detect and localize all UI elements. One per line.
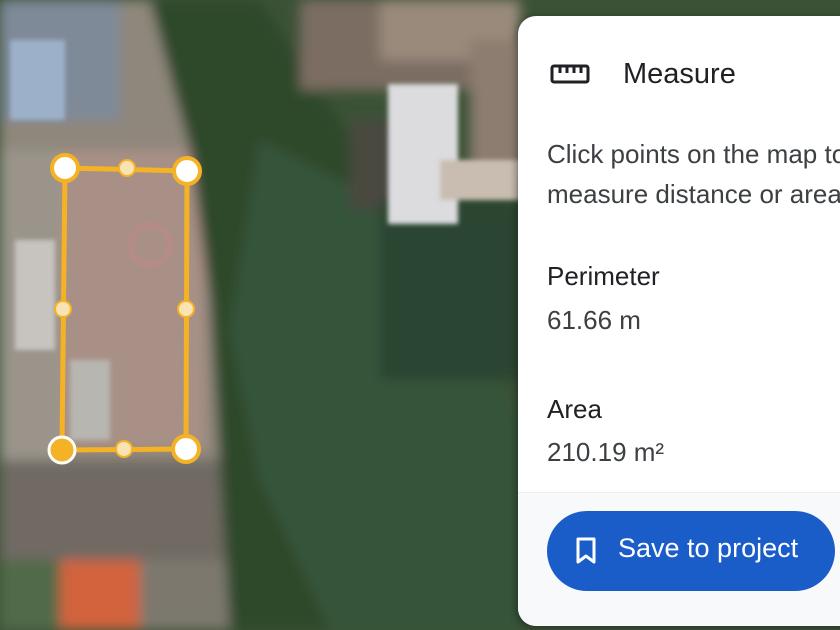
area-label: Area	[547, 394, 602, 424]
midpoint-handle[interactable]	[177, 300, 195, 318]
corner-handle[interactable]	[172, 156, 202, 186]
save-button-label: Save to project	[618, 533, 799, 563]
measured-area-outline	[59, 165, 190, 453]
area-value: 210.19 m²	[547, 437, 665, 467]
perimeter-value: 61.66 m	[547, 305, 641, 335]
midpoint-handle[interactable]	[115, 440, 133, 458]
midpoint-handle[interactable]	[54, 300, 72, 318]
midpoint-handle[interactable]	[118, 159, 136, 177]
panel-title: Measure	[623, 58, 736, 90]
measure-instructions: Click points on the map to measure dista…	[547, 139, 840, 209]
bookmark-icon	[576, 537, 596, 564]
ruler-icon	[550, 64, 590, 84]
measure-panel: Measure Click points on the map to measu…	[518, 16, 840, 626]
corner-handle-active[interactable]	[47, 435, 77, 465]
save-to-project-button[interactable]: Save to project	[547, 511, 835, 591]
perimeter-label: Perimeter	[547, 261, 660, 291]
corner-handle[interactable]	[50, 153, 80, 183]
corner-handle[interactable]	[171, 434, 201, 464]
panel-header: Measure	[518, 54, 840, 94]
